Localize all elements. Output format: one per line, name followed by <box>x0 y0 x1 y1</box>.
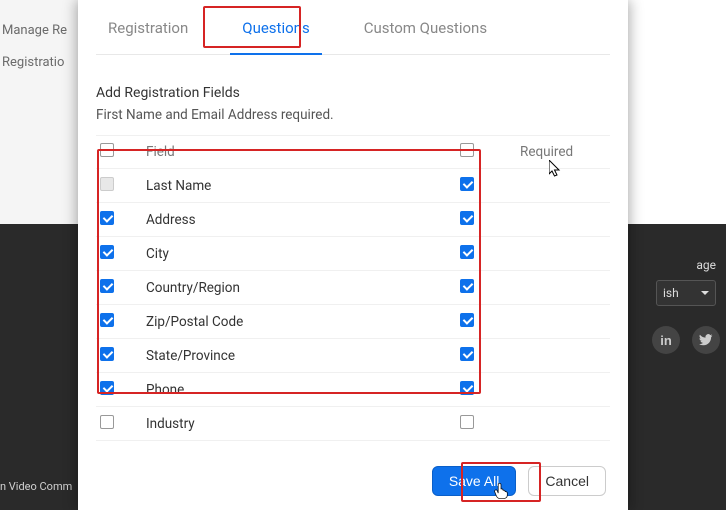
tabs: Registration Questions Custom Questions <box>96 0 610 55</box>
field-label: City <box>146 246 460 262</box>
field-label: Address <box>146 212 460 228</box>
field-row: Country/Region <box>96 271 610 305</box>
field-row: Address <box>96 203 610 237</box>
tab-registration[interactable]: Registration <box>96 14 200 54</box>
modal-footer: Save All Cancel <box>432 466 606 496</box>
fields-header: Field Required <box>96 135 610 169</box>
required-checkbox[interactable] <box>460 415 474 429</box>
enable-checkbox[interactable] <box>100 313 114 327</box>
enable-checkbox <box>100 177 114 191</box>
save-button[interactable]: Save All <box>432 466 517 496</box>
field-row: State/Province <box>96 339 610 373</box>
field-row: Industry <box>96 407 610 441</box>
cancel-button[interactable]: Cancel <box>528 466 606 496</box>
field-label: Country/Region <box>146 280 460 296</box>
required-checkbox[interactable] <box>460 211 474 225</box>
field-label: State/Province <box>146 348 460 364</box>
language-dropdown[interactable]: ish <box>656 280 716 306</box>
enable-checkbox[interactable] <box>100 347 114 361</box>
field-row: Last Name <box>96 169 610 203</box>
social-links: in <box>652 326 720 354</box>
required-checkbox[interactable] <box>460 279 474 293</box>
enable-checkbox[interactable] <box>100 381 114 395</box>
require-all-checkbox[interactable] <box>460 143 474 157</box>
registration-modal: Registration Questions Custom Questions … <box>78 0 628 510</box>
field-label: Phone <box>146 382 460 398</box>
required-checkbox[interactable] <box>460 313 474 327</box>
enable-checkbox[interactable] <box>100 279 114 293</box>
tab-custom-questions[interactable]: Custom Questions <box>352 14 499 54</box>
backdrop-footer-text: n Video Comm <box>0 480 72 493</box>
field-row: Zip/Postal Code <box>96 305 610 339</box>
field-row: City <box>96 237 610 271</box>
language-value: ish <box>663 286 679 300</box>
backdrop-sidebar-top: Manage Re Registratio <box>0 0 78 224</box>
enable-checkbox[interactable] <box>100 211 114 225</box>
chevron-down-icon <box>701 291 709 295</box>
language-label: age <box>696 258 716 272</box>
column-required: Required <box>520 144 610 160</box>
backdrop-footer-right: age ish in <box>628 224 726 510</box>
backdrop-footer-left: n Video Comm <box>0 224 78 510</box>
twitter-icon[interactable] <box>692 326 720 354</box>
required-checkbox[interactable] <box>460 381 474 395</box>
enable-checkbox[interactable] <box>100 415 114 429</box>
required-checkbox[interactable] <box>460 177 474 191</box>
linkedin-icon[interactable]: in <box>652 326 680 354</box>
section-title: Add Registration Fields <box>96 85 610 101</box>
column-field: Field <box>146 144 460 160</box>
enable-checkbox[interactable] <box>100 245 114 259</box>
tab-questions[interactable]: Questions <box>230 14 321 55</box>
backdrop-link-manage[interactable]: Manage Re <box>2 23 78 39</box>
field-label: Last Name <box>146 178 460 194</box>
section-subtitle: First Name and Email Address required. <box>96 107 610 123</box>
required-checkbox[interactable] <box>460 347 474 361</box>
select-all-checkbox[interactable] <box>100 143 114 157</box>
backdrop-link-registration[interactable]: Registratio <box>2 55 78 71</box>
required-checkbox[interactable] <box>460 245 474 259</box>
fields-grid: Field Required Last Name Address City Count… <box>96 135 610 441</box>
field-row: Phone <box>96 373 610 407</box>
field-label: Zip/Postal Code <box>146 314 460 330</box>
field-label: Industry <box>146 416 460 432</box>
